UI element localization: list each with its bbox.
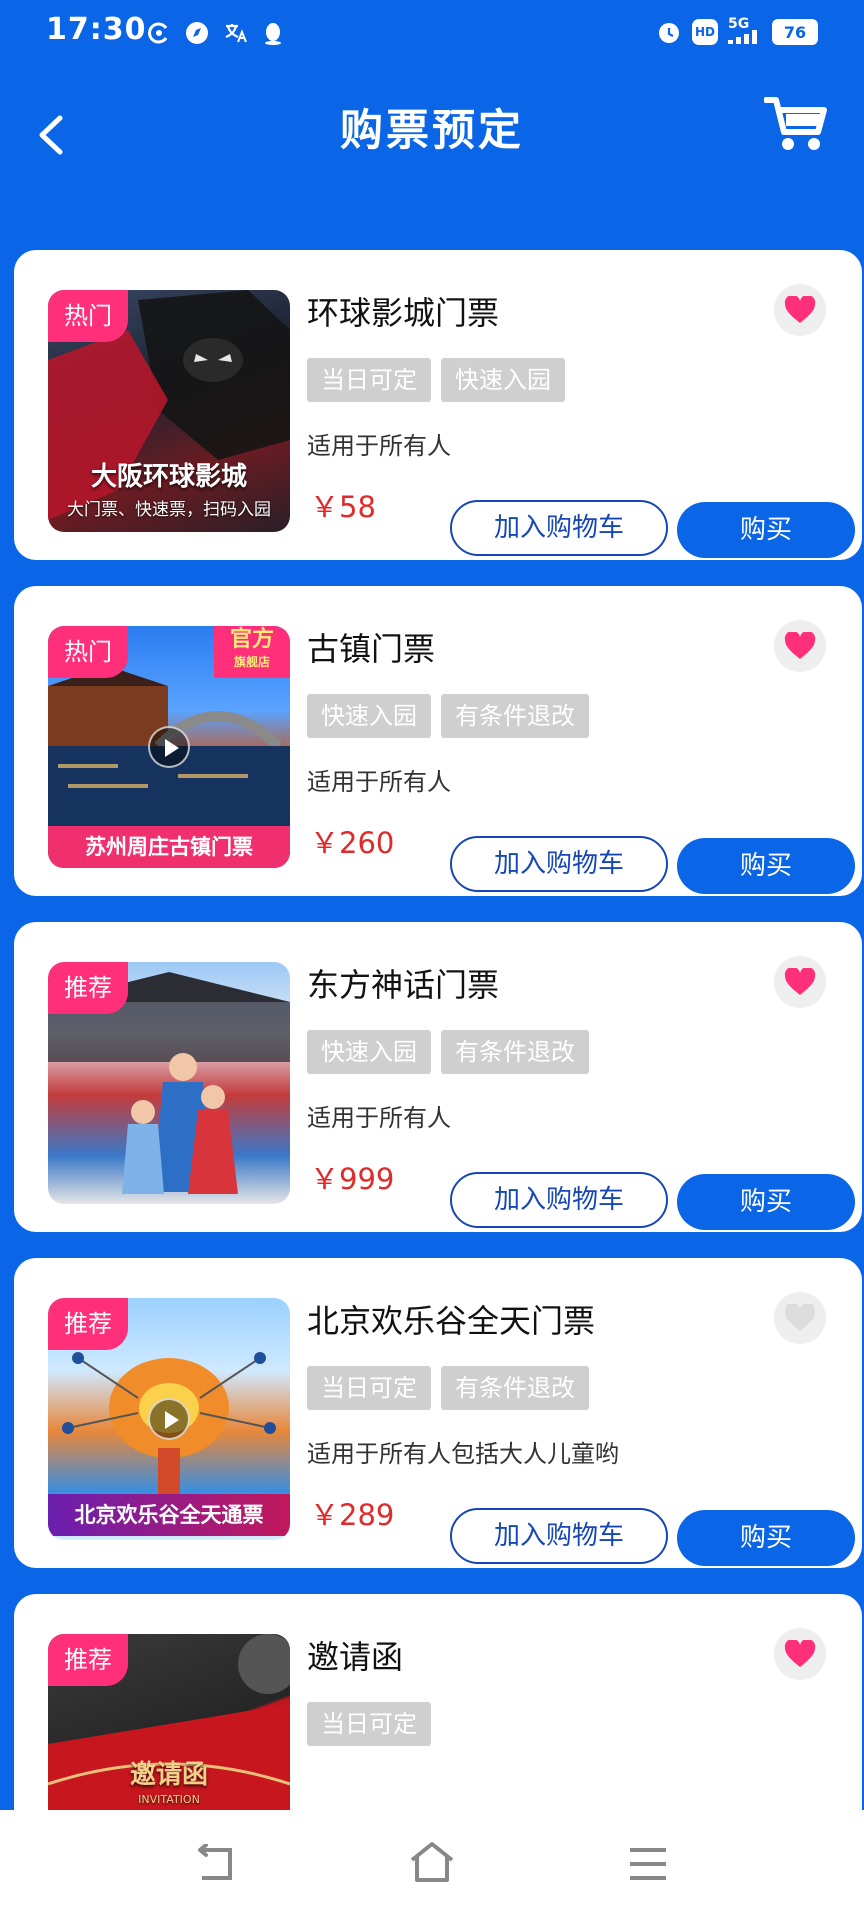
system-home-button[interactable] [408, 1840, 456, 1884]
hd-icon: HD [692, 19, 718, 45]
shopping-cart-icon [763, 97, 827, 150]
chip-fast-entry: 快速入园 [307, 694, 431, 738]
app-notification-icon [146, 20, 172, 46]
heart-icon [784, 296, 816, 323]
network-type: 5G [728, 16, 750, 32]
translate-notification-icon [222, 20, 248, 46]
ticket-card[interactable]: 推荐 东方神话门票 快速入园 有条件退改 适用于所有人 ￥999 加入购物车 购… [14, 922, 862, 1232]
qq-notification-icon [260, 20, 286, 46]
ticket-chips: 当日可定 [307, 1702, 431, 1746]
ticket-tag: 推荐 [48, 1298, 128, 1350]
buy-button[interactable]: 购买 [677, 502, 855, 558]
ticket-card[interactable]: 热门 大阪环球影城 大门票、快速票，扫码入园 环球影城门票 当日可定 快速入园 … [14, 250, 862, 560]
ticket-title[interactable]: 古镇门票 [307, 624, 435, 670]
status-bar: 17:30 HD 5G 76 [0, 0, 864, 66]
favorite-button[interactable] [774, 284, 826, 336]
add-to-cart-button[interactable]: 加入购物车 [450, 500, 668, 556]
ticket-audience: 适用于所有人 [307, 1104, 451, 1132]
cart-button[interactable] [763, 94, 828, 154]
favorite-button[interactable] [774, 956, 826, 1008]
buy-button[interactable]: 购买 [677, 838, 855, 894]
ticket-card[interactable]: 热门 官方 旗舰店 苏州周庄古镇门票 古镇门票 快速入园 有条件退改 适用于所有… [14, 586, 862, 896]
heart-icon [784, 1640, 816, 1667]
ticket-chips: 快速入园 有条件退改 [307, 694, 589, 738]
ticket-card[interactable]: 推荐 北京欢乐谷全天通票 北京欢乐谷全天门票 当日可定 有条件退改 适用于所有人… [14, 1258, 862, 1568]
system-back-button[interactable] [194, 1843, 238, 1884]
thumbnail-banner: 苏州周庄古镇门票 [48, 826, 290, 868]
ticket-tag: 推荐 [48, 962, 128, 1014]
thumbnail-subcaption: 大门票、快速票，扫码入园 [67, 500, 271, 520]
add-to-cart-button[interactable]: 加入购物车 [450, 1508, 668, 1564]
add-to-cart-button[interactable]: 加入购物车 [450, 1172, 668, 1228]
ticket-thumbnail[interactable]: 推荐 [48, 962, 290, 1204]
ticket-chips: 当日可定 有条件退改 [307, 1366, 589, 1410]
ticket-thumbnail[interactable]: 热门 大阪环球影城 大门票、快速票，扫码入园 [48, 290, 290, 532]
status-time: 17:30 [46, 12, 147, 47]
ticket-tag: 热门 [48, 290, 128, 342]
ticket-title[interactable]: 北京欢乐谷全天门票 [307, 1296, 595, 1342]
play-video-icon[interactable] [148, 726, 190, 768]
ticket-price: ￥260 [310, 826, 395, 860]
thumbnail-banner: 北京欢乐谷全天通票 [48, 1494, 290, 1536]
ticket-audience: 适用于所有人 [307, 768, 451, 796]
heart-icon [784, 1304, 816, 1331]
thumbnail-subcaption: INVITATION [138, 1793, 200, 1806]
thumbnail-caption: 大阪环球影城 [90, 462, 247, 492]
favorite-button[interactable] [774, 620, 826, 672]
add-to-cart-button[interactable]: 加入购物车 [450, 836, 668, 892]
ticket-tag: 推荐 [48, 1634, 128, 1686]
favorite-button[interactable] [774, 1628, 826, 1680]
ticket-tag: 热门 [48, 626, 128, 678]
buy-button[interactable]: 购买 [677, 1510, 855, 1566]
alarm-icon [656, 19, 682, 45]
favorite-button[interactable] [774, 1292, 826, 1344]
page-title: 购票预定 [340, 106, 524, 156]
ticket-thumbnail[interactable]: 推荐 北京欢乐谷全天通票 [48, 1298, 290, 1540]
official-badge-sub: 旗舰店 [233, 655, 270, 669]
chip-fast-entry: 快速入园 [441, 358, 565, 402]
chip-refund-policy: 有条件退改 [441, 1366, 589, 1410]
ticket-audience: 适用于所有人包括大人儿童哟 [307, 1440, 619, 1468]
battery-icon: 76 [772, 19, 818, 45]
chip-refund-policy: 有条件退改 [441, 694, 589, 738]
system-recents-button[interactable] [628, 1846, 668, 1882]
ticket-title[interactable]: 环球影城门票 [307, 288, 499, 334]
home-icon [410, 1842, 454, 1882]
system-navigation-bar [0, 1810, 864, 1920]
back-arrow-icon [198, 1843, 232, 1880]
chip-same-day: 当日可定 [307, 358, 431, 402]
ticket-title[interactable]: 邀请函 [307, 1632, 403, 1678]
chip-refund-policy: 有条件退改 [441, 1030, 589, 1074]
ticket-chips: 当日可定 快速入园 [307, 358, 565, 402]
signal-icon: 5G [728, 16, 762, 46]
ticket-thumbnail[interactable]: 热门 官方 旗舰店 苏州周庄古镇门票 [48, 626, 290, 868]
buy-button[interactable]: 购买 [677, 1174, 855, 1230]
chip-same-day: 当日可定 [307, 1366, 431, 1410]
ticket-price: ￥999 [310, 1162, 395, 1196]
ticket-price: ￥289 [310, 1498, 395, 1532]
official-badge-label: 官方 [229, 627, 274, 652]
ticket-audience: 适用于所有人 [307, 432, 451, 460]
official-store-badge: 官方 旗舰店 [214, 626, 290, 678]
ticket-list[interactable]: 热门 大阪环球影城 大门票、快速票，扫码入园 环球影城门票 当日可定 快速入园 … [14, 250, 862, 1810]
chip-same-day: 当日可定 [307, 1702, 431, 1746]
play-video-icon[interactable] [148, 1398, 190, 1440]
app-header: 购票预定 [0, 66, 864, 186]
menu-icon [630, 1848, 666, 1880]
heart-icon [784, 632, 816, 659]
ticket-thumbnail[interactable]: 推荐 邀请函 INVITATION [48, 1634, 290, 1810]
compass-notification-icon [184, 20, 210, 46]
chip-fast-entry: 快速入园 [307, 1030, 431, 1074]
ticket-title[interactable]: 东方神话门票 [307, 960, 499, 1006]
thumbnail-caption: 邀请函 [129, 1760, 208, 1790]
ticket-card[interactable]: 推荐 邀请函 INVITATION 邀请函 当日可定 [14, 1594, 862, 1810]
ticket-chips: 快速入园 有条件退改 [307, 1030, 589, 1074]
heart-icon [784, 968, 816, 995]
ticket-price: ￥58 [310, 490, 376, 524]
